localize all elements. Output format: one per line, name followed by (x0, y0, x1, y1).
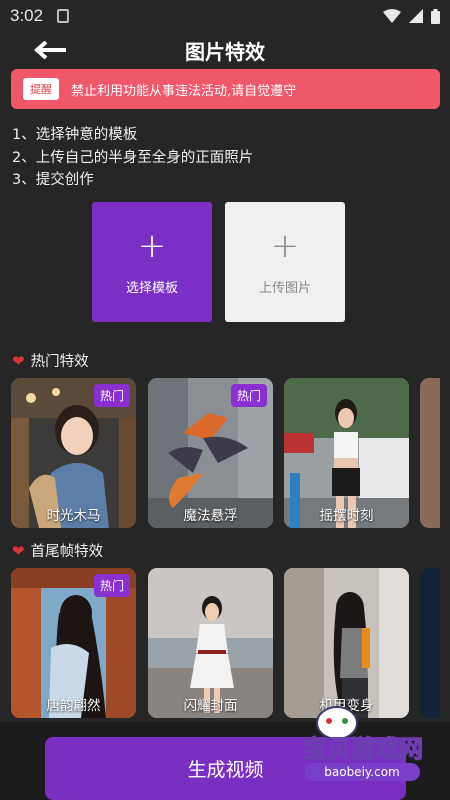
battery-icon (431, 8, 440, 24)
frame-section-label: 首尾帧特效 (30, 544, 104, 560)
effect-card-tang[interactable]: 热门 唐韵翩然 (11, 568, 136, 718)
effect-card-label: 闪耀封面 (183, 698, 238, 714)
effect-card-shine[interactable]: 闪耀封面 (148, 568, 273, 718)
hot-badge: 热门 (93, 384, 130, 407)
svg-text:baobeiy.com: baobeiy.com (324, 765, 399, 779)
svg-text:宝贝游戏网: 宝贝游戏网 (303, 735, 423, 763)
plus-icon: + (270, 225, 300, 266)
signal-icon (409, 9, 423, 23)
step-1: 1、选择钟意的模板 (12, 127, 138, 143)
status-icons (383, 8, 440, 24)
effect-card-label: 魔法悬浮 (183, 508, 238, 524)
step-3: 3、提交创作 (12, 172, 94, 188)
hot-badge: 热门 (93, 574, 130, 597)
upload-image-label: 上传图片 (258, 280, 311, 296)
heart-icon: ❤ (12, 351, 25, 370)
effect-card-partial[interactable] (420, 378, 440, 528)
instruction-steps: 1、选择钟意的模板 2、上传自己的半身至全身的正面照片 3、提交创作 (12, 124, 253, 192)
select-template-button[interactable]: + 选择模板 (92, 202, 212, 322)
effect-card-label: 时光木马 (46, 508, 101, 524)
plus-icon: + (137, 225, 167, 266)
hot-badge: 热门 (230, 384, 267, 407)
status-time: 3:02 (10, 6, 44, 25)
sim-card-icon (57, 9, 70, 23)
header: 图片特效 (0, 34, 450, 66)
warning-text: 禁止利用功能从事违法活动,请自觉遵守 (71, 83, 297, 99)
heart-icon: ❤ (12, 541, 25, 560)
wifi-icon (383, 9, 401, 23)
warning-banner: 提醒 禁止利用功能从事违法活动,请自觉遵守 (11, 69, 440, 109)
frame-section-title: ❤ 首尾帧特效 (12, 540, 103, 561)
effect-card-carousel[interactable]: 热门 时光木马 (11, 378, 136, 528)
effect-card-label: 唐韵翩然 (46, 698, 101, 714)
hot-section-label: 热门特效 (30, 354, 89, 370)
effect-card-floating[interactable]: 热门 魔法悬浮 (148, 378, 273, 528)
hot-section-title: ❤ 热门特效 (12, 350, 89, 371)
step-2: 2、上传自己的半身至全身的正面照片 (12, 149, 254, 166)
page-title: 图片特效 (185, 40, 265, 64)
effect-card-label: 摇摆时刻 (319, 508, 374, 524)
select-template-label: 选择模板 (125, 280, 178, 296)
upload-image-button[interactable]: + 上传图片 (225, 202, 345, 322)
warning-tag: 提醒 (23, 78, 59, 100)
status-bar: 3:02 (0, 0, 450, 32)
effect-card-sway[interactable]: 摇摆时刻 (284, 378, 409, 528)
generate-video-label: 生成视频 (187, 759, 264, 781)
watermark-logo: 宝贝游戏网 baobeiy.com (302, 706, 424, 781)
